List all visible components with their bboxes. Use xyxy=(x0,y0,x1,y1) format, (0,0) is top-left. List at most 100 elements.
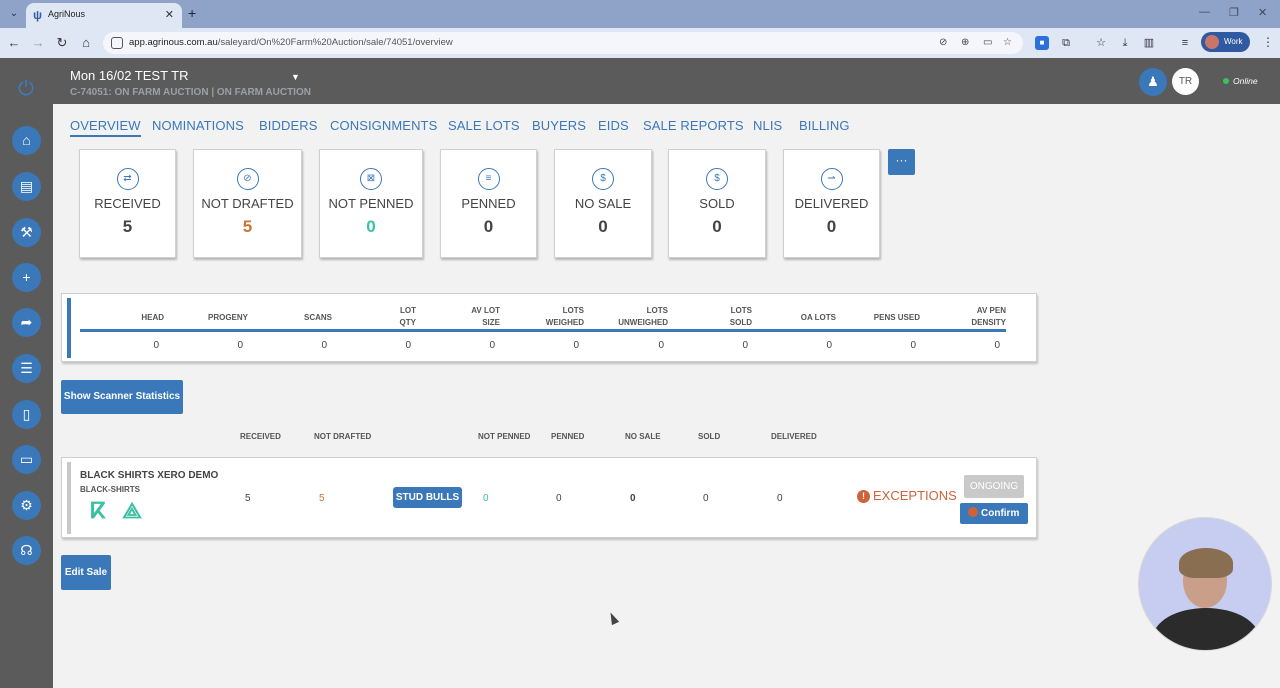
sale-title[interactable]: Mon 16/02 TEST TR xyxy=(70,68,189,83)
avatar[interactable]: TR xyxy=(1172,68,1199,95)
tab-search-icon[interactable]: ⌄ xyxy=(6,6,22,22)
penned-icon: ≡ xyxy=(477,168,500,190)
stat-value: 0 xyxy=(405,340,411,351)
stud-logo-icon: ⴽ xyxy=(90,498,106,523)
tab-nominations[interactable]: NOMINATIONS xyxy=(152,118,244,133)
restore-icon[interactable]: ❐ xyxy=(1229,6,1239,19)
vendor-row[interactable]: BLACK SHIRTS XERO DEMO BLACK-SHIRTS ⴽ ⟁ … xyxy=(61,457,1037,538)
browser-tab[interactable]: ψ AgriNous ✕ xyxy=(26,3,182,28)
dollar-icon: $ xyxy=(706,168,728,190)
new-tab-icon[interactable]: + xyxy=(188,5,196,21)
more-options-button[interactable]: ··· xyxy=(888,149,915,175)
tab-sale-reports[interactable]: SALE REPORTS xyxy=(643,118,744,133)
vendor-no-sale: 0 xyxy=(630,493,636,504)
stat-value: 0 xyxy=(573,340,579,351)
status-card-not-penned[interactable]: ⊠ NOT PENNED 0 xyxy=(319,149,423,258)
exceptions-label: EXCEPTIONS xyxy=(873,488,957,503)
tab-sale-lots[interactable]: SALE LOTS xyxy=(448,118,520,133)
tab-eids[interactable]: EIDS xyxy=(598,118,629,133)
sale-subtitle: C-74051: ON FARM AUCTION | ON FARM AUCTI… xyxy=(70,87,311,98)
home-nav-icon[interactable]: ⌂ xyxy=(12,126,41,155)
status-card-not-drafted[interactable]: ⊘ NOT DRAFTED 5 xyxy=(193,149,302,258)
browser-menu-icon[interactable]: ⋮ xyxy=(1262,35,1274,49)
confirm-button[interactable]: Confirm xyxy=(960,503,1028,524)
stat-header: LOTS WEIGHED xyxy=(545,306,584,327)
stat-header: AV PEN DENSITY xyxy=(971,306,1006,327)
show-scanner-statistics-button[interactable]: Show Scanner Statistics xyxy=(61,380,183,414)
edit-sale-button[interactable]: Edit Sale xyxy=(61,555,111,590)
ongoing-button[interactable]: ONGOING xyxy=(964,475,1024,498)
add-nav-icon[interactable]: + xyxy=(12,263,41,292)
vendor-not-penned: 0 xyxy=(483,493,489,504)
report-nav-icon[interactable]: ▯ xyxy=(12,400,41,429)
status-card-delivered[interactable]: ⇀ DELIVERED 0 xyxy=(783,149,880,258)
cast-icon[interactable]: ▭ xyxy=(983,37,992,48)
site-info-icon[interactable] xyxy=(111,37,123,49)
close-tab-icon[interactable]: ✕ xyxy=(165,8,174,21)
vendor-received: 5 xyxy=(245,493,251,504)
chevron-down-icon[interactable]: ▼ xyxy=(291,72,300,82)
vendor-name[interactable]: BLACK SHIRTS XERO DEMO xyxy=(80,470,218,481)
agrinous-logo-icon[interactable]: ⏻ xyxy=(16,78,36,100)
status-card-no-sale[interactable]: $ NO SALE 0 xyxy=(554,149,652,258)
profile-button[interactable]: Work xyxy=(1201,32,1250,52)
user-icon[interactable]: ♟ xyxy=(1139,68,1167,96)
card-value: 5 xyxy=(242,217,253,236)
exclamation-icon: ! xyxy=(857,490,870,503)
share-nav-icon[interactable]: ➦ xyxy=(12,308,41,337)
reload-icon[interactable]: ↻ xyxy=(54,35,70,51)
tab-bidders[interactable]: BIDDERS xyxy=(259,118,318,133)
stat-value: 0 xyxy=(658,340,664,351)
webcam-body xyxy=(1153,608,1259,650)
status-card-sold[interactable]: $ SOLD 0 xyxy=(668,149,766,258)
trash-icon[interactable]: ▥ xyxy=(1142,36,1156,50)
bookmark-star-icon[interactable]: ☆ xyxy=(1003,37,1012,48)
card-label: RECEIVED xyxy=(94,196,161,211)
inbox-nav-icon[interactable]: ▤ xyxy=(12,172,41,201)
contacts-nav-icon[interactable]: ☰ xyxy=(12,354,41,383)
tab-consignments[interactable]: CONSIGNMENTS xyxy=(330,118,437,133)
stud-bulls-badge[interactable]: STUD BULLS xyxy=(393,487,462,508)
vendor-penned: 0 xyxy=(556,493,562,504)
stat-value: 0 xyxy=(742,340,748,351)
billing-nav-icon[interactable]: ▭ xyxy=(12,445,41,474)
profile-avatar xyxy=(1205,35,1219,49)
back-icon[interactable]: ← xyxy=(6,35,22,51)
tab-overview[interactable]: OVERVIEW xyxy=(70,118,141,137)
vendor-sold: 0 xyxy=(703,493,709,504)
vendor-accent-bar xyxy=(67,462,71,534)
forward-icon[interactable]: → xyxy=(30,35,46,51)
status-card-penned[interactable]: ≡ PENNED 0 xyxy=(440,149,537,258)
stat-value: 0 xyxy=(910,340,916,351)
card-value: 0 xyxy=(826,217,837,236)
status-card-received[interactable]: ⇄ RECEIVED 5 xyxy=(79,149,176,258)
browser-toolbar: ← → ↻ ⌂ app.agrinous.com.au/saleyard/On%… xyxy=(0,28,1280,58)
card-label: NOT PENNED xyxy=(328,196,414,211)
extension-icon[interactable]: ■ xyxy=(1035,36,1049,50)
url-bar[interactable]: app.agrinous.com.au/saleyard/On%20Farm%2… xyxy=(103,32,1023,54)
minimize-icon[interactable]: — xyxy=(1199,6,1210,18)
xero-logo-icon: ⟁ xyxy=(122,498,142,523)
tracking-icon[interactable]: ⊘ xyxy=(939,37,947,48)
support-nav-icon[interactable]: ☊ xyxy=(12,536,41,565)
tab-buyers[interactable]: BUYERS xyxy=(532,118,586,133)
exceptions-link[interactable]: ! EXCEPTIONS xyxy=(857,488,957,503)
favorites-icon[interactable]: ☆ xyxy=(1094,36,1108,50)
vendor-not-drafted: 5 xyxy=(319,493,325,504)
zoom-icon[interactable]: ⊕ xyxy=(961,37,969,48)
card-value: 0 xyxy=(712,217,722,236)
tab-nlis[interactable]: NLIS xyxy=(753,118,782,133)
home-icon[interactable]: ⌂ xyxy=(78,35,94,51)
reading-list-icon[interactable]: ≡ xyxy=(1178,36,1192,50)
tab-billing[interactable]: BILLING xyxy=(799,118,850,133)
vendor-code: BLACK-SHIRTS xyxy=(80,485,140,494)
settings-nav-icon[interactable]: ⚙ xyxy=(12,491,41,520)
gavel-nav-icon[interactable]: ⚒ xyxy=(12,218,41,247)
window-close-icon[interactable]: ✕ xyxy=(1258,6,1267,19)
stat-header: PENS USED xyxy=(873,313,920,322)
puzzle-extensions-icon[interactable]: ⧉ xyxy=(1059,36,1073,50)
webcam-hair xyxy=(1179,548,1233,578)
url-text: app.agrinous.com.au/saleyard/On%20Farm%2… xyxy=(129,37,453,48)
card-value: 5 xyxy=(122,217,133,236)
download-icon[interactable]: ⤓ xyxy=(1118,36,1132,50)
